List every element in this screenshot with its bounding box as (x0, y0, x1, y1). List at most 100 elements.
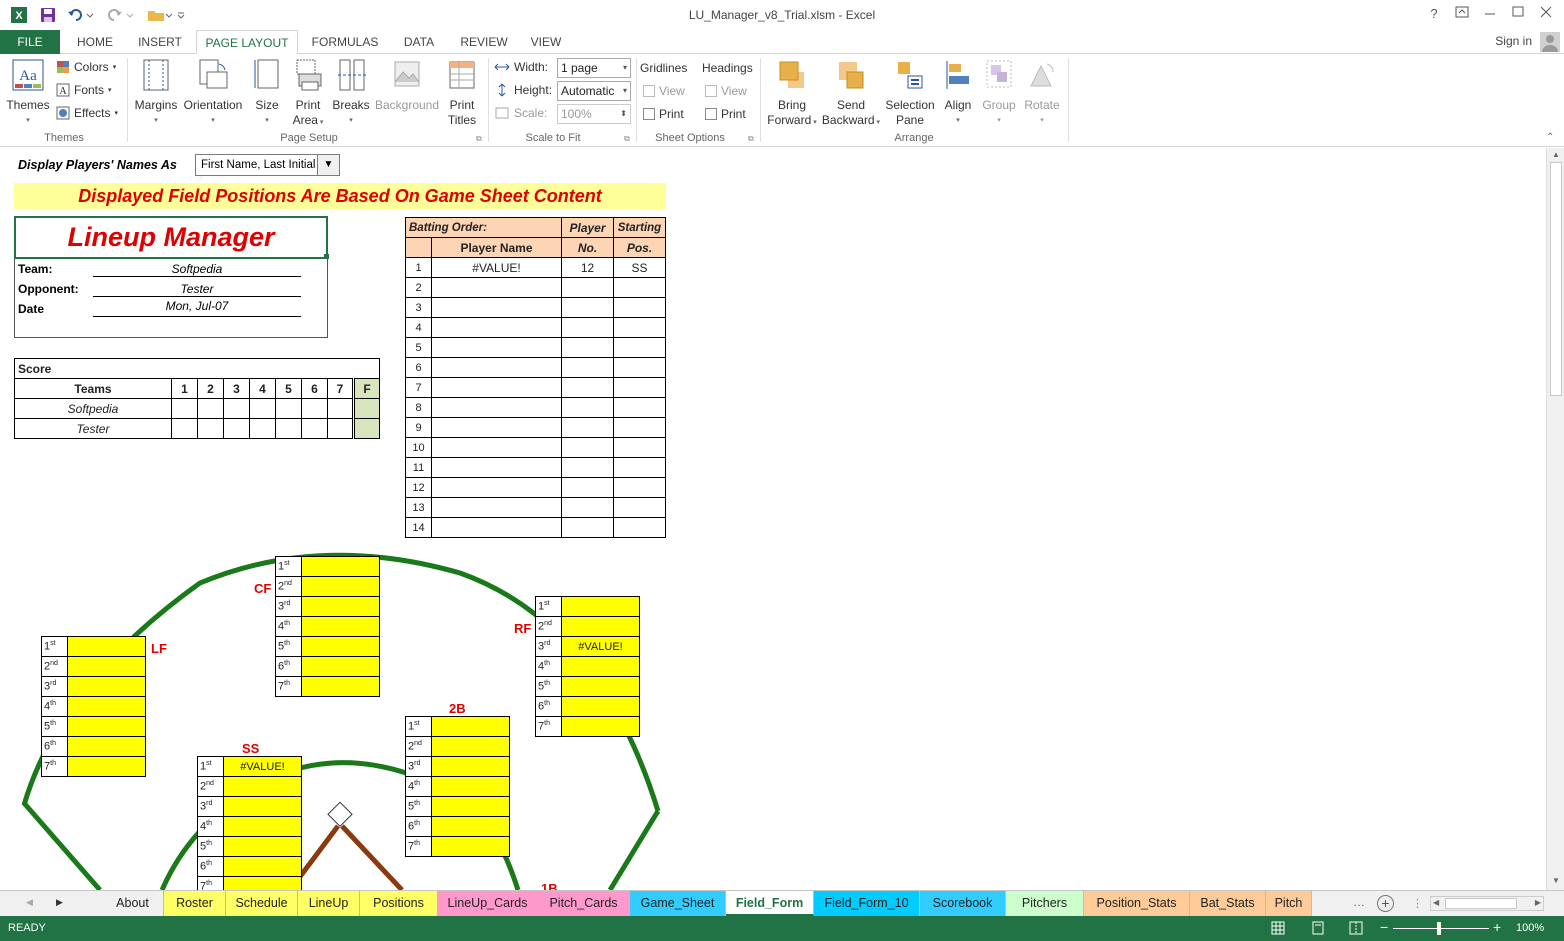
size-button[interactable]: Size ▾ (248, 58, 286, 128)
score-cell[interactable] (249, 398, 276, 419)
batting-position[interactable] (613, 417, 666, 438)
score-cell[interactable] (301, 398, 328, 419)
scroll-down-icon[interactable]: ▼ (1552, 876, 1560, 885)
batting-player-name[interactable] (431, 517, 562, 538)
position-player-cell[interactable] (431, 716, 510, 737)
position-player-cell[interactable] (301, 676, 380, 697)
tab-insert[interactable]: INSERT (130, 30, 190, 54)
more-tabs-icon[interactable]: … (1353, 895, 1365, 909)
ribbon-display-options-icon[interactable] (1452, 6, 1472, 24)
zoom-out-icon[interactable]: − (1380, 919, 1388, 935)
batting-position[interactable]: SS (613, 257, 666, 278)
batting-player-no[interactable] (561, 477, 614, 498)
batting-position[interactable] (613, 297, 666, 318)
gridlines-print-checkbox[interactable]: Print (643, 107, 684, 121)
orientation-button[interactable]: Orientation ▾ (180, 58, 246, 128)
background-button[interactable]: Background (374, 58, 440, 113)
sheet-tab-scorebook[interactable]: Scorebook (920, 891, 1006, 916)
batting-position[interactable] (613, 337, 666, 358)
score-cell[interactable] (197, 418, 224, 439)
group-button[interactable]: Group ▾ (978, 58, 1020, 128)
batting-player-no[interactable] (561, 437, 614, 458)
batting-player-name[interactable] (431, 417, 562, 438)
hscroll-thumb[interactable] (1445, 898, 1517, 909)
batting-position[interactable] (613, 497, 666, 518)
position-player-cell[interactable]: #VALUE! (561, 636, 640, 657)
effects-button[interactable]: Effects ▾ (56, 106, 118, 120)
batting-position[interactable] (613, 437, 666, 458)
position-player-cell[interactable]: #VALUE! (223, 756, 302, 777)
batting-player-no[interactable] (561, 517, 614, 538)
selection-pane-button[interactable]: Selection Pane (882, 58, 938, 128)
position-player-cell[interactable] (561, 696, 640, 717)
batting-player-no[interactable] (561, 377, 614, 398)
position-player-cell[interactable] (561, 656, 640, 677)
sheet-tab-schedule[interactable]: Schedule (226, 891, 298, 916)
sheet-tab-field-form-10[interactable]: Field_Form_10 (814, 891, 920, 916)
normal-view-icon[interactable] (1271, 921, 1285, 938)
score-final-cell[interactable] (352, 398, 380, 419)
position-player-cell[interactable] (223, 836, 302, 857)
date-value[interactable]: Mon, Jul-07 (93, 299, 301, 317)
tab-review[interactable]: REVIEW (452, 30, 516, 54)
sheet-tab-pitchers[interactable]: Pitchers (1006, 891, 1084, 916)
dropdown-arrow-icon[interactable]: ▼ (317, 155, 339, 175)
score-cell[interactable] (327, 418, 354, 439)
batting-player-no[interactable] (561, 337, 614, 358)
position-player-cell[interactable] (67, 736, 146, 757)
position-player-cell[interactable] (561, 716, 640, 737)
position-player-cell[interactable] (67, 656, 146, 677)
batting-player-no[interactable] (561, 277, 614, 298)
position-player-cell[interactable] (301, 656, 380, 677)
margins-button[interactable]: Margins ▾ (132, 58, 180, 128)
position-player-cell[interactable] (301, 576, 380, 597)
position-player-cell[interactable] (301, 556, 380, 577)
page-setup-launcher-icon[interactable]: ⧉ (476, 134, 482, 144)
batting-player-name[interactable] (431, 477, 562, 498)
selection-handle[interactable] (324, 254, 329, 259)
sheet-options-launcher-icon[interactable]: ⧉ (748, 134, 754, 144)
team-value[interactable]: Softpedia (93, 262, 301, 277)
position-player-cell[interactable] (67, 676, 146, 697)
print-area-button[interactable]: Print Area ▾ (288, 58, 328, 130)
score-final-cell[interactable] (352, 418, 380, 439)
tab-data[interactable]: DATA (392, 30, 446, 54)
gridlines-view-checkbox[interactable]: View (643, 84, 685, 98)
tab-split-icon[interactable]: ⋮ (1412, 897, 1423, 910)
sheet-tab-bat-stats[interactable]: Bat_Stats (1190, 891, 1266, 916)
scroll-right-icon[interactable]: ▶ (1535, 898, 1541, 907)
score-cell[interactable] (171, 418, 198, 439)
score-cell[interactable] (275, 418, 302, 439)
horizontal-scrollbar[interactable]: ◀ ▶ (1430, 896, 1544, 911)
score-cell[interactable] (249, 418, 276, 439)
batting-player-name[interactable] (431, 337, 562, 358)
position-player-cell[interactable] (301, 636, 380, 657)
position-player-cell[interactable] (431, 736, 510, 757)
batting-player-name[interactable] (431, 297, 562, 318)
batting-player-name[interactable] (431, 457, 562, 478)
zoom-level[interactable]: 100% (1516, 922, 1544, 934)
page-layout-view-icon[interactable] (1311, 921, 1325, 938)
tab-scroll-left-icon[interactable]: ◀ (26, 897, 33, 908)
sheet-tab-positions[interactable]: Positions (360, 891, 438, 916)
tab-page-layout[interactable]: PAGE LAYOUT (196, 30, 298, 55)
fonts-button[interactable]: A Fonts ▾ (56, 83, 112, 97)
tab-view[interactable]: VIEW (522, 30, 570, 54)
breaks-button[interactable]: Breaks ▾ (330, 58, 372, 128)
score-cell[interactable] (301, 418, 328, 439)
sheet-tab-position-stats[interactable]: Position_Stats (1084, 891, 1190, 916)
page-break-view-icon[interactable] (1349, 921, 1363, 938)
themes-button[interactable]: Aa Themes ▾ (4, 58, 52, 128)
minimize-icon[interactable] (1480, 6, 1500, 24)
display-names-dropdown[interactable]: First Name, Last Initial ▼ (195, 154, 340, 176)
batting-player-name[interactable] (431, 437, 562, 458)
position-player-cell[interactable] (223, 856, 302, 877)
close-icon[interactable] (1536, 6, 1556, 24)
batting-position[interactable] (613, 397, 666, 418)
scale-launcher-icon[interactable]: ⧉ (624, 134, 630, 144)
batting-position[interactable] (613, 357, 666, 378)
batting-position[interactable] (613, 477, 666, 498)
zoom-slider-thumb[interactable] (1437, 922, 1441, 935)
sheet-tab-game-sheet[interactable]: Game_Sheet (630, 891, 726, 916)
tab-formulas[interactable]: FORMULAS (304, 30, 386, 54)
